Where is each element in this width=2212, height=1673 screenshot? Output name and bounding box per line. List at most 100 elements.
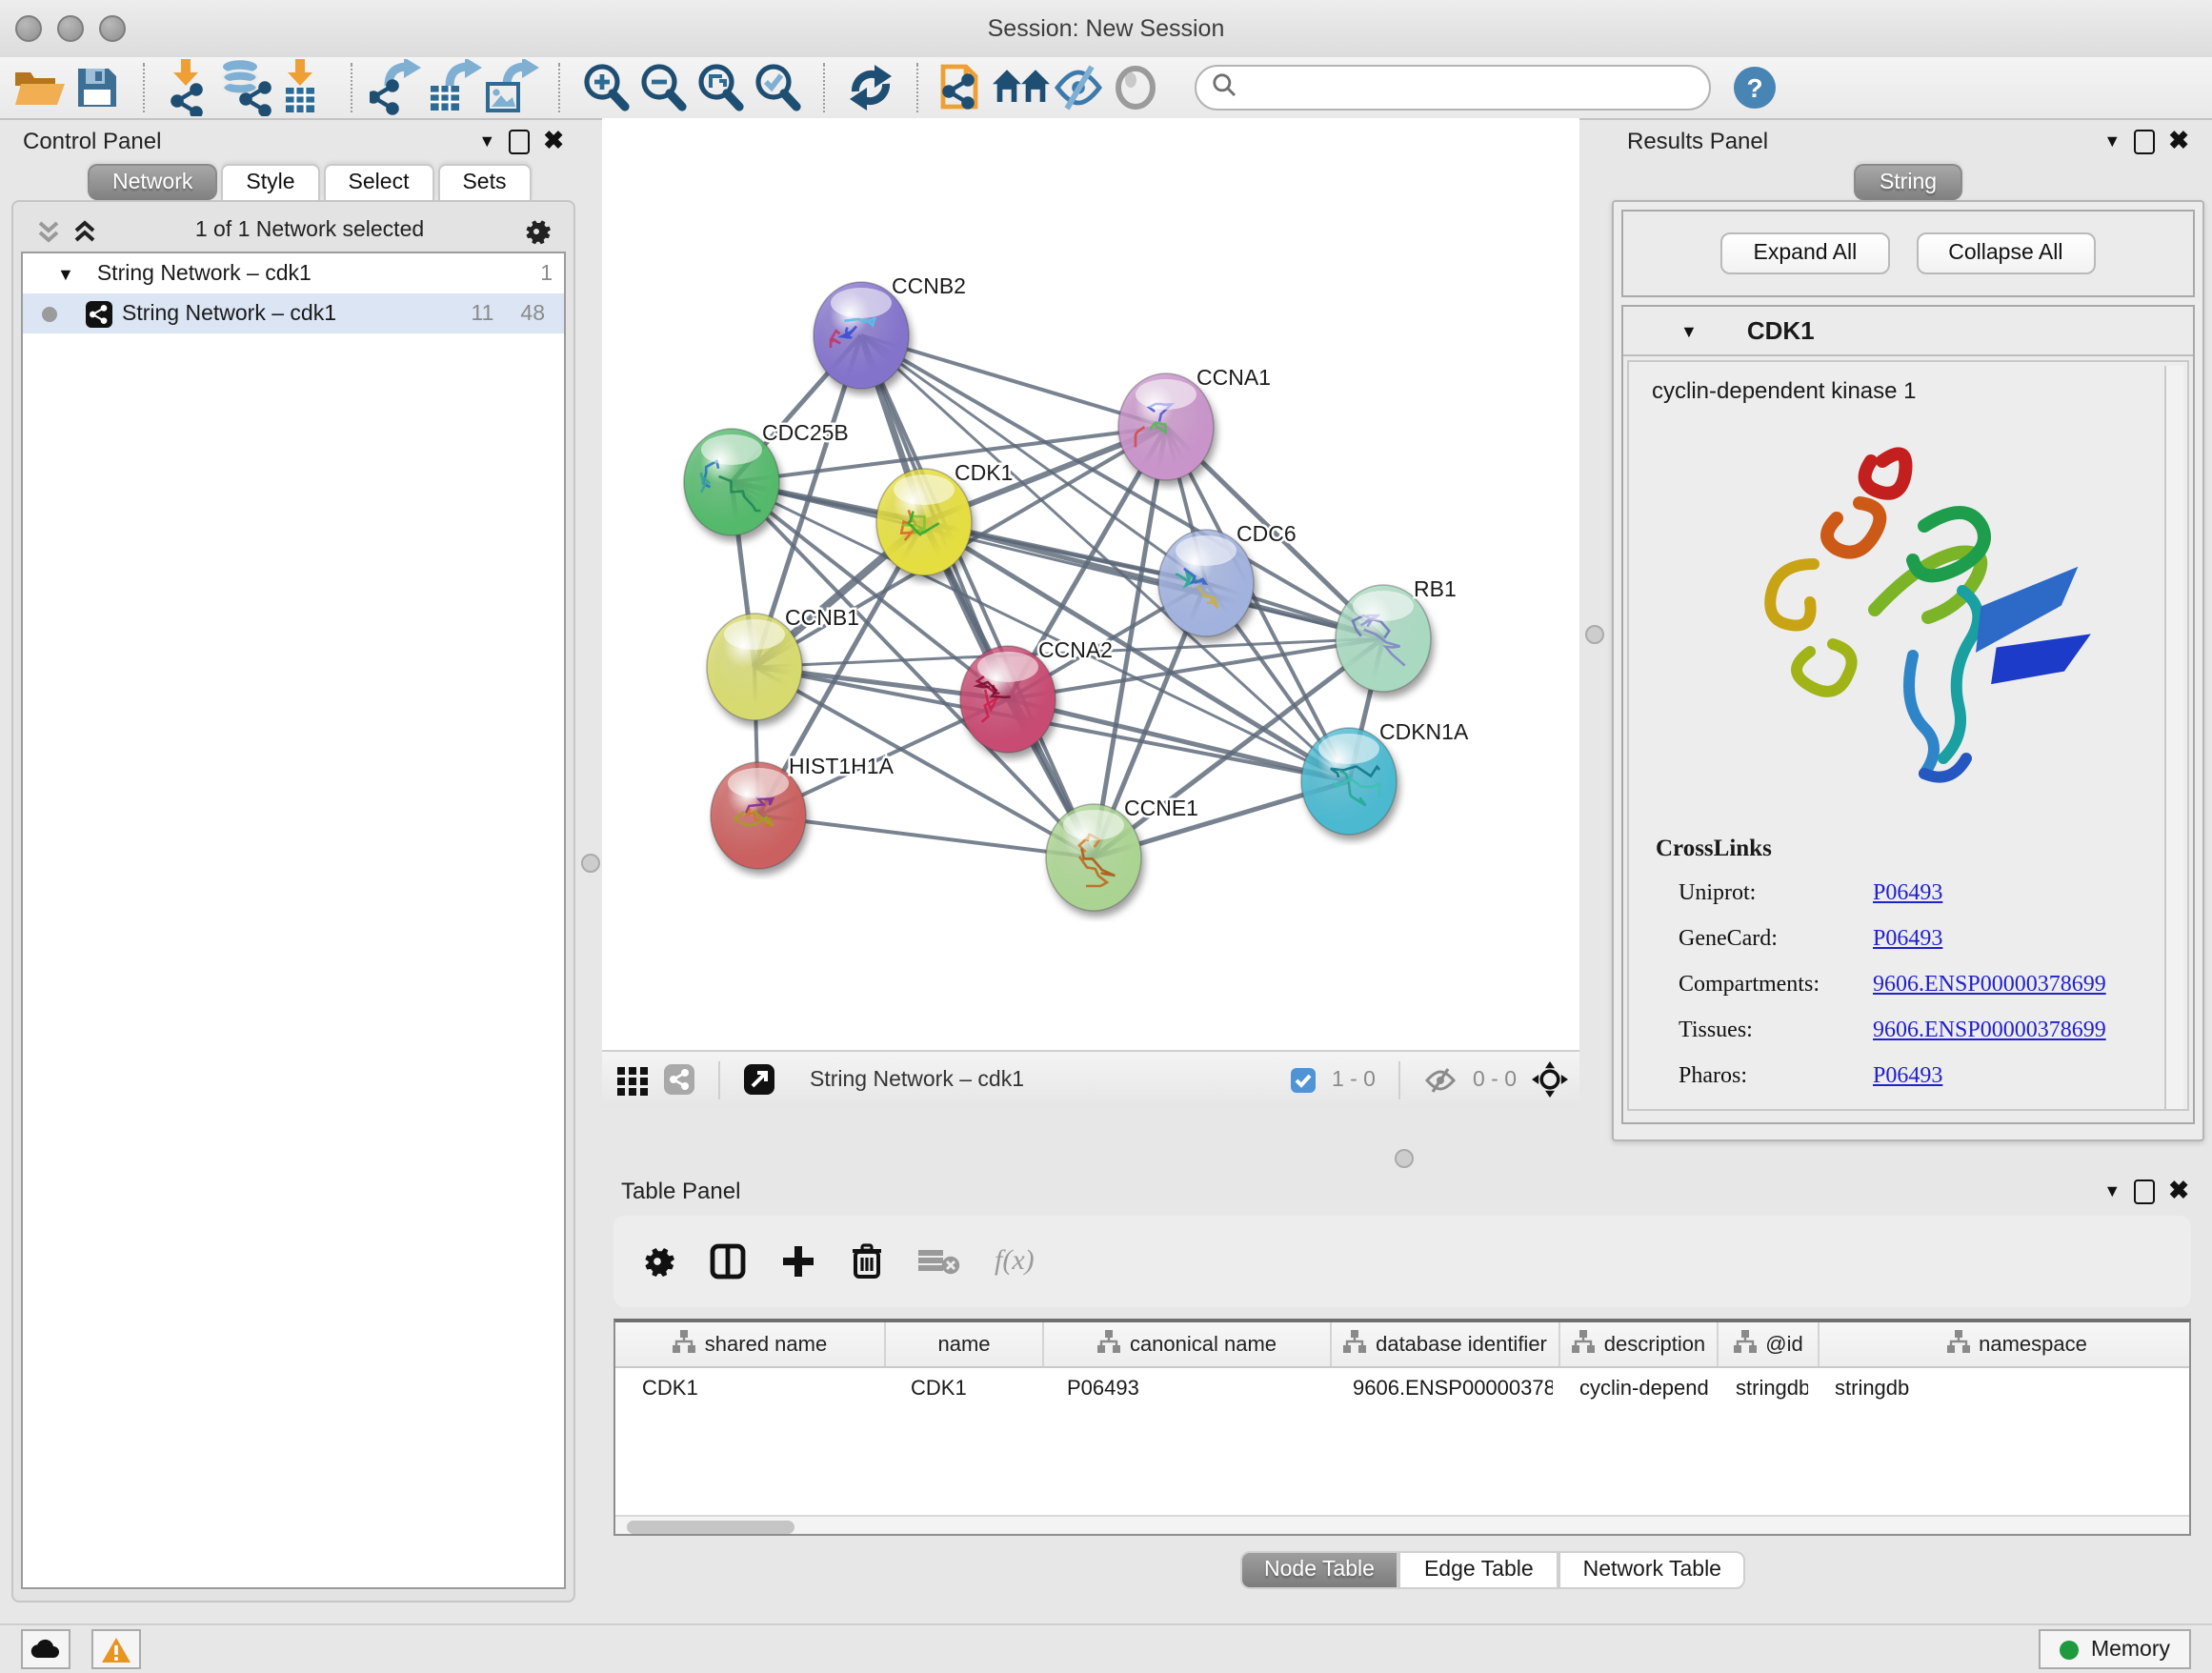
network-tree-row[interactable]: ▼ String Network – cdk1 1 — [23, 253, 564, 293]
help-button[interactable]: ? — [1734, 67, 1776, 109]
crosslink-link[interactable]: P06493 — [1873, 924, 1942, 953]
network-options-gear-icon[interactable] — [522, 216, 551, 245]
control-panel-collapse-icon[interactable]: ▼ — [478, 131, 495, 151]
gene-entry-header[interactable]: ▼ CDK1 — [1623, 307, 2193, 356]
expand-all-button[interactable]: Expand All — [1721, 232, 1890, 274]
fit-selected-crosshair-icon[interactable] — [1532, 1061, 1568, 1098]
column-label: namespace — [1979, 1333, 2087, 1356]
column-label: shared name — [705, 1333, 827, 1356]
edge-CDK1-RB1[interactable] — [924, 522, 1383, 638]
tab-style[interactable]: Style — [221, 164, 319, 200]
cell[interactable]: P06493 — [1040, 1378, 1326, 1401]
tab-network[interactable]: Network — [88, 164, 217, 200]
tab-select[interactable]: Select — [324, 164, 434, 200]
results-panel-float-icon[interactable] — [2134, 129, 2155, 153]
table-row[interactable]: CDK1CDK1P064939606.ENSP00000378699cyclin… — [615, 1368, 2189, 1410]
export-table-icon[interactable] — [427, 63, 484, 112]
left-splitter-handle[interactable] — [581, 854, 600, 873]
apply-layout-icon[interactable] — [842, 63, 899, 112]
cell[interactable]: 9606.ENSP00000378699 — [1326, 1378, 1553, 1401]
column-label: @id — [1765, 1333, 1802, 1356]
column-header-canonical-name[interactable]: canonical name — [1044, 1322, 1332, 1366]
string-network-icon[interactable] — [663, 1063, 695, 1096]
table-panel-float-icon[interactable] — [2134, 1179, 2155, 1203]
cloud-button[interactable] — [21, 1629, 70, 1669]
warning-button[interactable] — [91, 1629, 141, 1669]
column-header--id[interactable]: @id — [1719, 1322, 1820, 1366]
network-view-toolbar: String Network – cdk1 1 - 0 0 - 0 — [602, 1050, 1579, 1107]
title-bar: Session: New Session — [0, 0, 2212, 59]
table-options-gear-icon[interactable] — [640, 1244, 674, 1279]
cell[interactable]: stringdb — [1808, 1378, 2191, 1401]
gene-collapse-caret-icon[interactable]: ▼ — [1680, 321, 1698, 340]
tab-node-table[interactable]: Node Table — [1239, 1551, 1399, 1589]
session-document-icon[interactable] — [935, 63, 993, 112]
column-header-database-identifier[interactable]: database identifier — [1332, 1322, 1560, 1366]
home-icon[interactable] — [993, 63, 1050, 112]
string-app-icon — [86, 300, 112, 327]
birds-eye-grid-icon[interactable] — [617, 1064, 648, 1095]
control-panel-close-icon[interactable]: ✖ — [543, 126, 564, 156]
cell[interactable]: stringdb:9... — [1709, 1378, 1808, 1401]
delete-column-trash-icon[interactable] — [850, 1242, 884, 1280]
open-session-icon[interactable] — [11, 63, 69, 112]
edge-CCNB2-CCNE1[interactable] — [861, 335, 1094, 857]
tab-network-table[interactable]: Network Table — [1558, 1551, 1746, 1589]
column-header-description[interactable]: description — [1560, 1322, 1719, 1366]
results-panel-close-icon[interactable]: ✖ — [2168, 126, 2189, 156]
table-panel-collapse-icon[interactable]: ▼ — [2103, 1181, 2121, 1200]
crosslink-link[interactable]: 9606.ENSP00000378699 — [1873, 1016, 2106, 1044]
toolbar-separator — [823, 63, 825, 112]
hidden-eye-slash-icon[interactable] — [1423, 1066, 1458, 1093]
bottom-splitter-handle[interactable] — [1395, 1149, 1414, 1168]
save-session-icon[interactable] — [69, 63, 126, 112]
network-tree-row[interactable]: String Network – cdk1 11 48 — [23, 293, 564, 333]
right-splitter-handle[interactable] — [1585, 625, 1604, 644]
tab-sets[interactable]: Sets — [437, 164, 531, 200]
import-network-database-icon[interactable] — [219, 63, 276, 112]
zoom-in-icon[interactable] — [577, 63, 634, 112]
collapse-all-button[interactable]: Collapse All — [1916, 232, 2095, 274]
import-network-icon[interactable] — [162, 63, 219, 112]
table-hscrollbar-thumb[interactable] — [627, 1521, 794, 1534]
open-in-new-window-icon[interactable] — [743, 1063, 775, 1096]
show-eye-icon[interactable] — [1107, 63, 1164, 112]
control-panel-float-icon[interactable] — [509, 129, 530, 153]
export-image-icon[interactable] — [484, 63, 541, 112]
results-scrollbar[interactable] — [2164, 366, 2183, 1109]
table-hscrollbar[interactable] — [615, 1515, 2189, 1536]
column-header-shared-name[interactable]: shared name — [615, 1322, 886, 1366]
column-header-namespace[interactable]: namespace — [1820, 1322, 2191, 1366]
edge-HIST1H1A-CCNE1[interactable] — [758, 816, 1094, 857]
column-header-name[interactable]: name — [886, 1322, 1044, 1366]
hide-glasses-icon[interactable] — [1050, 63, 1107, 112]
network-canvas[interactable]: CCNB2CCNA1CDC25BCDK1CDC6RB1CCNB1CCNA2CDK… — [602, 118, 1579, 1050]
crosslink-link[interactable]: P06493 — [1873, 1061, 1942, 1090]
tree-expand-caret-icon[interactable]: ▼ — [57, 264, 74, 283]
crosslink-row: Uniprot:P06493 — [1679, 878, 2187, 907]
import-table-icon[interactable] — [276, 63, 333, 112]
search-input[interactable] — [1246, 74, 1694, 101]
table-panel-close-icon[interactable]: ✖ — [2168, 1176, 2189, 1206]
cell[interactable]: CDK1 — [884, 1378, 1040, 1401]
zoom-out-icon[interactable] — [634, 63, 692, 112]
memory-button[interactable]: Memory — [2040, 1629, 2191, 1669]
selected-checkbox-icon[interactable] — [1290, 1066, 1317, 1093]
zoom-selected-icon[interactable] — [749, 63, 806, 112]
show-columns-icon[interactable] — [709, 1242, 747, 1280]
zoom-fit-icon[interactable] — [692, 63, 749, 112]
results-panel-title: Results Panel — [1627, 128, 1768, 154]
tab-string[interactable]: String — [1855, 164, 1961, 200]
cell[interactable]: CDK1 — [615, 1378, 884, 1401]
crosslink-link[interactable]: 9606.ENSP00000378699 — [1873, 970, 2106, 998]
results-panel-collapse-icon[interactable]: ▼ — [2103, 131, 2121, 151]
collapse-all-networks-icon[interactable] — [72, 218, 97, 243]
node-label-HIST1H1A: HIST1H1A — [789, 754, 895, 778]
add-column-plus-icon[interactable] — [781, 1244, 815, 1279]
search-input-wrap[interactable] — [1195, 65, 1711, 111]
crosslink-link[interactable]: P06493 — [1873, 878, 1942, 907]
expand-all-networks-icon[interactable] — [36, 218, 61, 243]
export-network-icon[interactable] — [370, 63, 427, 112]
cell[interactable]: cyclin-dependent ... — [1553, 1378, 1709, 1401]
tab-edge-table[interactable]: Edge Table — [1399, 1551, 1558, 1589]
